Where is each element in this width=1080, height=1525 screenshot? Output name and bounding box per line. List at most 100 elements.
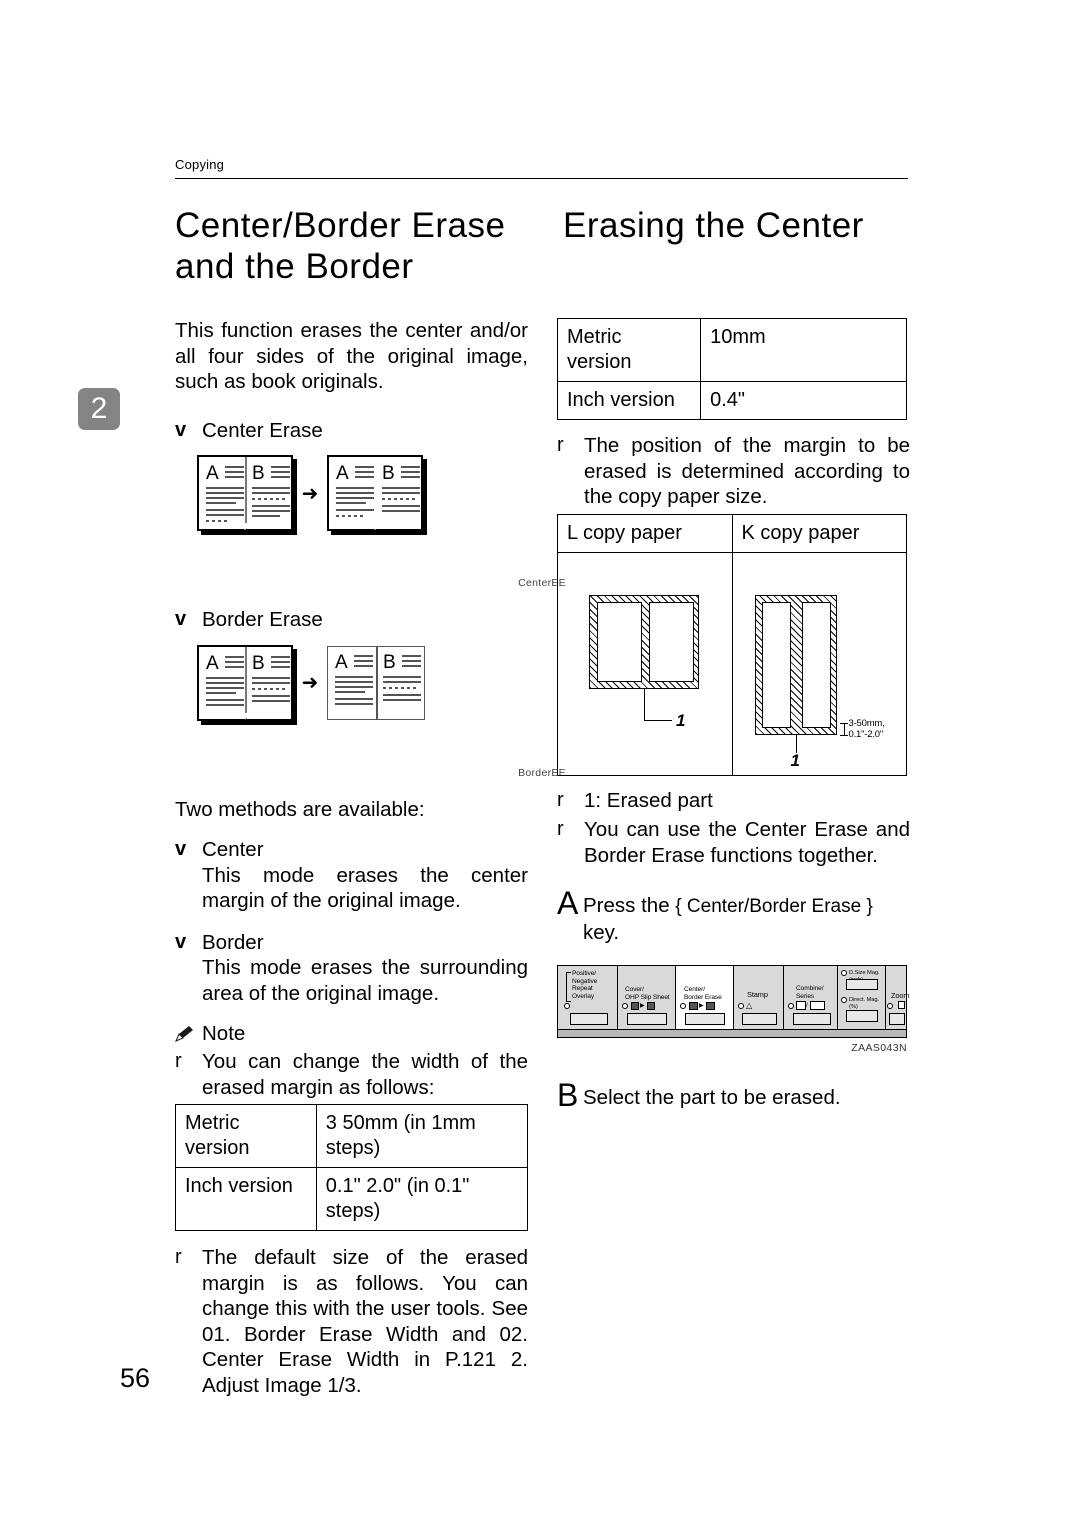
header-landscape-copy-paper: L copy paper bbox=[557, 513, 733, 553]
callout-leader-vertical bbox=[644, 688, 646, 721]
panel-cell-positive-negative[interactable]: Positive/ Negative Repeat Overlay bbox=[558, 966, 618, 1030]
table-cell-value: 10mm bbox=[700, 318, 907, 382]
step-a-number: A bbox=[557, 885, 579, 921]
panel-base-strip bbox=[558, 1029, 906, 1037]
note-position-text: The position of the margin to be erased … bbox=[584, 434, 910, 508]
center-description-row: This mode erases the center margin of th… bbox=[175, 863, 528, 914]
panel-cell-cover-ohp[interactable]: Cover/ OHP Slip Sheet ▶ bbox=[618, 966, 676, 1030]
brace-icon bbox=[566, 972, 571, 1002]
note-bullet-icon: r bbox=[557, 818, 564, 840]
note-erased-part-text: 1: Erased part bbox=[584, 788, 713, 812]
panel-cell-stamp[interactable]: Stamp △ bbox=[734, 966, 784, 1030]
running-header: Copying bbox=[175, 157, 225, 172]
table-cell-label: Inch version bbox=[556, 381, 702, 420]
slash-separator: / bbox=[806, 1002, 808, 1009]
table-cell-value: 0.1" 2.0" (in 0.1" steps) bbox=[315, 1167, 529, 1231]
book-original-center: A B bbox=[197, 455, 297, 535]
note-label: Note bbox=[202, 1022, 246, 1045]
panel-led-indicator bbox=[622, 1003, 628, 1009]
unerased-area-right bbox=[801, 601, 831, 728]
center-erase-icon bbox=[689, 1002, 698, 1010]
panel-cell-zoom[interactable]: Zoom bbox=[886, 966, 910, 1030]
step-a-text-after: key. bbox=[583, 920, 620, 944]
table-row: Inch version 0.1" 2.0" (in 0.1" steps) bbox=[175, 1167, 529, 1231]
unerased-area-left bbox=[761, 601, 791, 728]
book-original-border: A B bbox=[197, 644, 297, 725]
document-page: Copying 2 Center/Border Erase and the Bo… bbox=[0, 0, 1080, 1525]
bullet-center-erase-label: Center Erase bbox=[202, 418, 323, 442]
panel-label-overlay: Overlay bbox=[572, 992, 595, 1000]
dimension-metric: 3-50mm, bbox=[848, 717, 885, 729]
step-a-text-before: Press the bbox=[583, 894, 676, 917]
panel-led-indicator bbox=[788, 1003, 794, 1009]
figure-control-panel: Positive/ Negative Repeat Overlay Cover/… bbox=[557, 965, 910, 1054]
portrait-erase-diagram: 1 3-50mm, 0.1"-2.0" bbox=[733, 553, 907, 775]
panel-button-direct-mag[interactable] bbox=[846, 1010, 878, 1022]
panel-led-indicator bbox=[841, 997, 847, 1003]
bullet-center: v Center bbox=[175, 837, 528, 863]
arrow-icon: ▶ bbox=[699, 1003, 704, 1009]
panel-label-stamp: Stamp bbox=[747, 990, 768, 999]
transform-arrow-icon: ➜ bbox=[301, 482, 319, 505]
panel-label-center: Center/ bbox=[684, 986, 705, 993]
panel-cell-combine-series[interactable]: Combine/ Series / bbox=[784, 966, 838, 1030]
panel-button-dsize-mag[interactable] bbox=[846, 979, 878, 990]
cover-icon bbox=[631, 1002, 639, 1010]
bullet-border-erase-label: Border Erase bbox=[202, 608, 323, 631]
panel-button-combine-series[interactable] bbox=[793, 1013, 831, 1025]
table-row: Metric version 10mm bbox=[556, 318, 907, 382]
page-number: 56 bbox=[120, 1363, 151, 1393]
note-width-text: You can change the width of the erased m… bbox=[202, 1050, 528, 1099]
erased-margin-width-table: Metric version 3 50mm (in 1mm steps) Inc… bbox=[175, 1104, 529, 1231]
panel-cell-center-border-erase[interactable]: Center/ Border Erase ▶ bbox=[676, 966, 734, 1030]
diagram-cell-portrait: 1 3-50mm, 0.1"-2.0" bbox=[731, 551, 907, 776]
two-methods-text: Two methods are available: bbox=[175, 797, 425, 821]
table-row: Metric version 3 50mm (in 1mm steps) bbox=[175, 1104, 529, 1168]
bullet-marker-icon: v bbox=[175, 930, 187, 953]
panel-led-indicator bbox=[841, 970, 847, 976]
bullet-marker-icon: v bbox=[175, 418, 187, 441]
panel-button-center-border-erase[interactable] bbox=[685, 1013, 725, 1025]
step-b-number: B bbox=[557, 1077, 579, 1113]
note-bullet-icon: r bbox=[175, 1050, 182, 1072]
panel-label-cover: Cover/ bbox=[625, 986, 644, 993]
step-a: A Press the { Center/Border Erase } key. bbox=[557, 885, 910, 945]
transform-arrow-icon: ➜ bbox=[301, 672, 319, 694]
panel-label-positive-negative: Positive/ bbox=[572, 970, 597, 977]
panel-label-repeat: Repeat bbox=[572, 985, 593, 992]
border-description: This mode erases the surrounding area of… bbox=[202, 956, 528, 1005]
bullet-border-label: Border bbox=[202, 930, 264, 954]
panel-label-ohp-slip-sheet: OHP Slip Sheet bbox=[625, 993, 670, 1001]
table-cell-value: 3 50mm (in 1mm steps) bbox=[315, 1104, 529, 1168]
panel-led-indicator bbox=[738, 1003, 744, 1009]
note-width-row: r You can change the width of the erased… bbox=[175, 1049, 528, 1100]
callout-label-1: 1 bbox=[790, 750, 800, 770]
table-cell-label: Metric version bbox=[175, 1104, 317, 1168]
bullet-marker-icon: v bbox=[175, 838, 187, 860]
default-margin-table: Metric version 10mm Inch version 0.4" bbox=[556, 318, 907, 420]
unerased-area-right bbox=[649, 601, 694, 682]
book-result-border: A B bbox=[327, 645, 425, 720]
center-description: This mode erases the center margin of th… bbox=[202, 863, 528, 913]
panel-label-border-erase: Border Erase bbox=[684, 993, 722, 1001]
table-cell-label: Metric version bbox=[556, 318, 702, 382]
note-bullet-icon: r bbox=[175, 1246, 182, 1268]
step-a-instruction: Press the { Center/Border Erase } key. bbox=[583, 888, 910, 945]
dimension-tick-bottom bbox=[839, 734, 848, 736]
landscape-erase-diagram: 1 bbox=[558, 553, 732, 775]
book-result-center: A B bbox=[327, 455, 427, 535]
note-together-text: You can use the Center Erase and Border … bbox=[584, 818, 910, 867]
panel-button-stamp[interactable] bbox=[742, 1013, 777, 1025]
note-erased-part-row: r 1: Erased part bbox=[557, 788, 910, 814]
copier-control-panel: Positive/ Negative Repeat Overlay Cover/… bbox=[557, 965, 910, 1038]
right-column-title: Erasing the Center bbox=[563, 206, 864, 245]
panel-cell-magnification[interactable]: D.Size Mag.(inch) Direct. Mag.(%) bbox=[838, 966, 886, 1030]
panel-button-positive-negative[interactable] bbox=[570, 1013, 608, 1025]
copy-paper-diagram-table: L copy paper K copy paper 1 1 3-50mm, 0.… bbox=[557, 513, 907, 776]
series-icon bbox=[810, 1001, 825, 1010]
panel-button-zoom[interactable] bbox=[889, 1013, 905, 1025]
bullet-border: v Border bbox=[175, 930, 528, 956]
note-bullet-icon: r bbox=[557, 434, 564, 456]
panel-button-cover-ohp[interactable] bbox=[627, 1013, 667, 1025]
